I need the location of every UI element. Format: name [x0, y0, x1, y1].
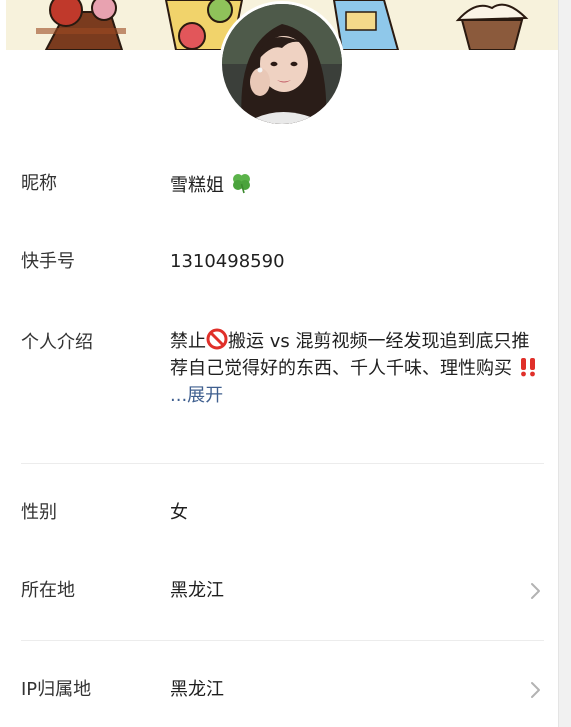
nickname-label: 昵称 — [21, 173, 57, 194]
profile-detail-page: 昵称 雪糕姐 快手号 1310498590 个人介绍 禁止 搬运 vs 混剪视频一… — [0, 0, 571, 727]
four-leaf-clover-icon — [230, 172, 252, 201]
gender-label: 性别 — [21, 502, 57, 523]
nickname-value: 雪糕姐 — [170, 172, 252, 201]
ip-location-value: 黑龙江 — [170, 679, 224, 700]
gender-value: 女 — [170, 502, 188, 523]
double-exclamation-icon — [518, 357, 538, 384]
location-label: 所在地 — [21, 580, 75, 601]
section-divider — [21, 463, 544, 464]
location-value: 黑龙江 — [170, 580, 224, 601]
id-label: 快手号 — [21, 251, 75, 272]
chevron-right-icon[interactable] — [527, 581, 543, 601]
chevron-right-icon[interactable] — [527, 680, 543, 700]
nickname-text: 雪糕姐 — [170, 175, 224, 196]
bio-label: 个人介绍 — [21, 332, 93, 353]
avatar[interactable] — [219, 1, 345, 127]
bio-text-start: 禁止 — [170, 331, 206, 352]
id-value: 1310498590 — [170, 251, 285, 272]
ip-location-label: IP归属地 — [21, 679, 92, 700]
prohibited-icon — [206, 328, 228, 357]
section-divider — [21, 640, 544, 641]
avatar-photo — [222, 4, 342, 124]
screen-edge — [558, 0, 571, 727]
bio-expand-link[interactable]: ...展开 — [170, 385, 223, 406]
bio-value: 禁止 搬运 vs 混剪视频一经发现追到底只推荐自己觉得好的东西、千人千味、理性购买… — [170, 328, 540, 408]
